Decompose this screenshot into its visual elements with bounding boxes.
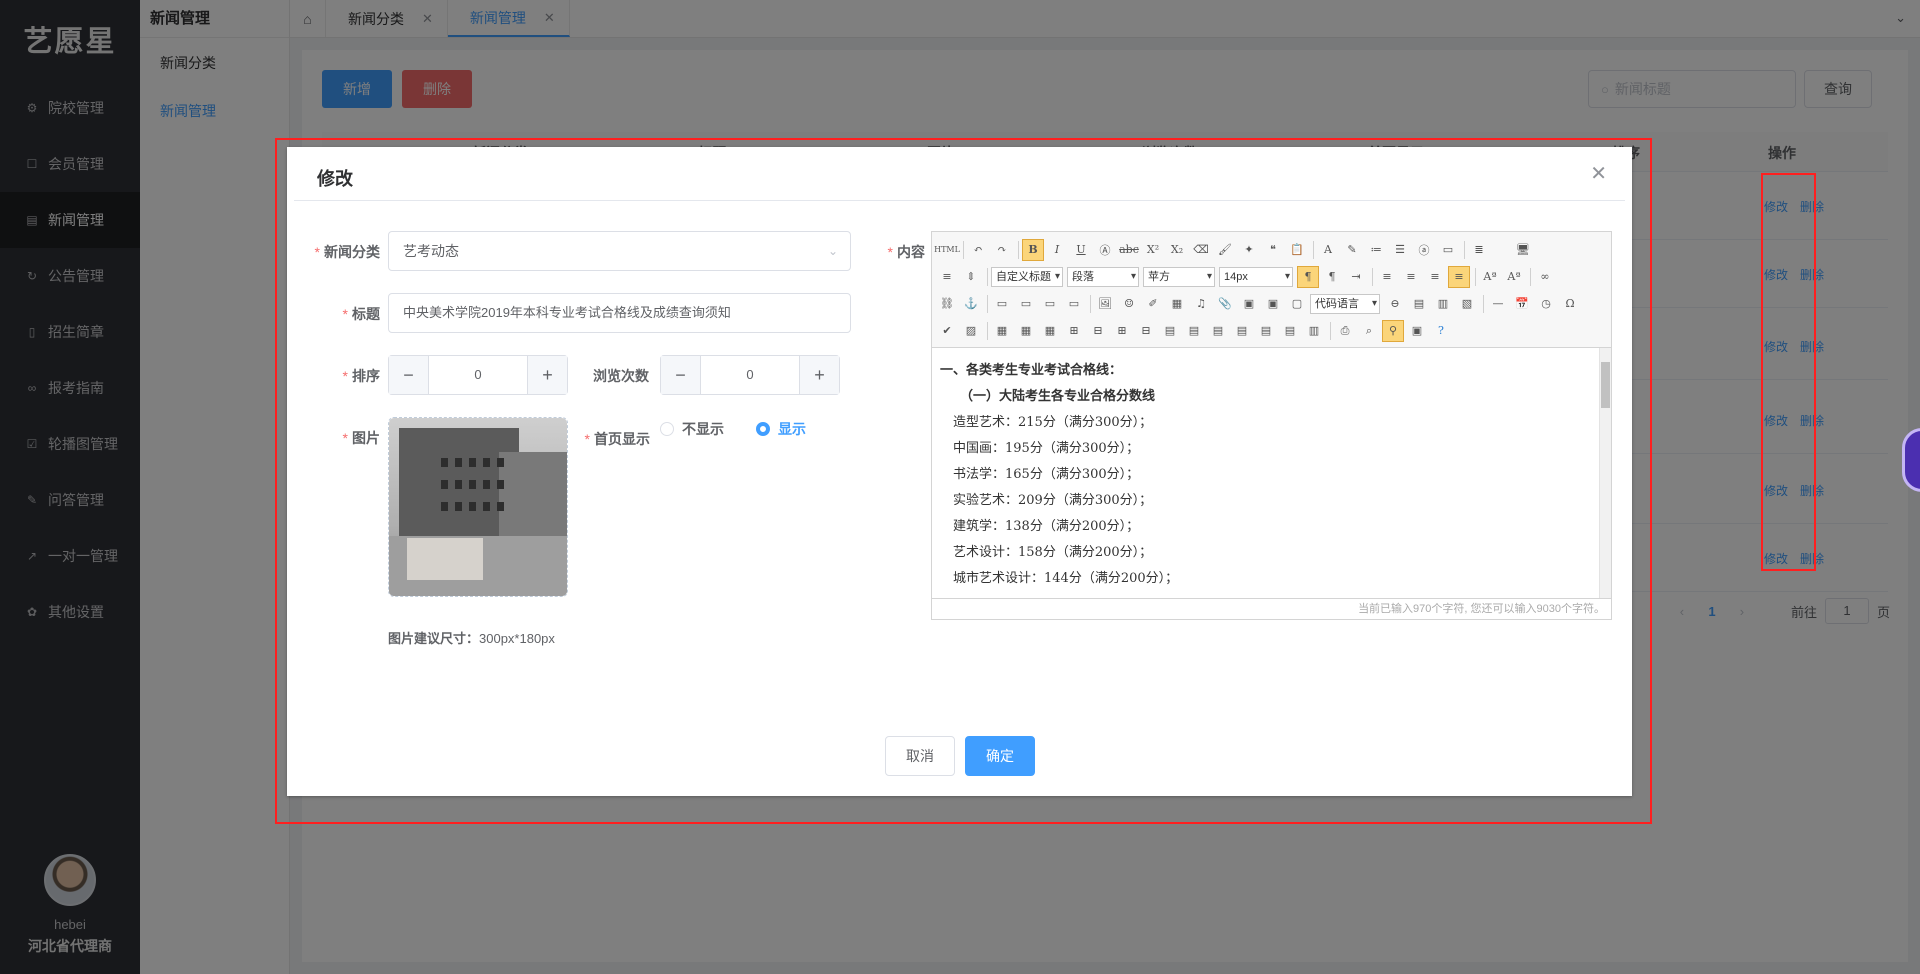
highlight-frame-dialog <box>275 138 1652 824</box>
floating-badge[interactable] <box>1902 428 1920 492</box>
highlight-frame-actions <box>1761 173 1816 571</box>
